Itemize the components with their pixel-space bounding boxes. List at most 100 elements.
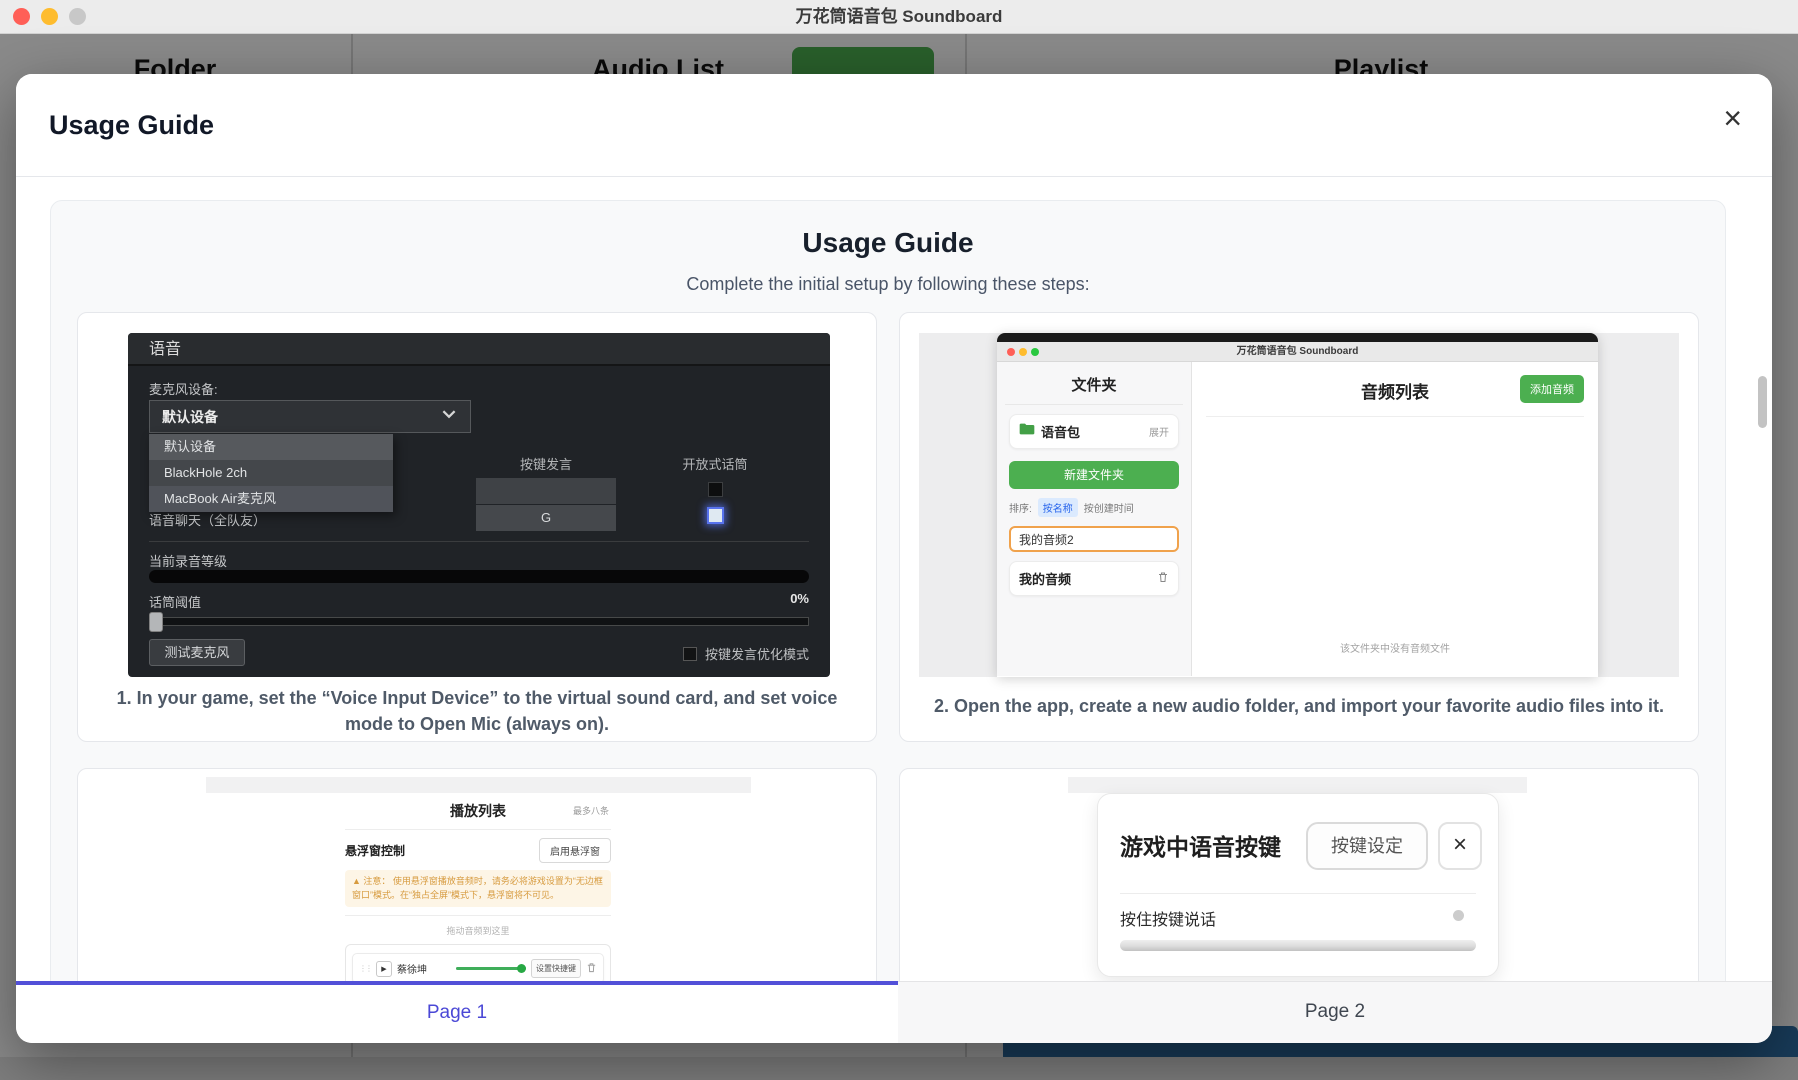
playlist-item[interactable]: ⋮⋮ ▶ 蔡徐坤 设置快捷键 xyxy=(352,953,604,984)
titlebar: 万花筒语音包 Soundboard xyxy=(0,0,1798,34)
key-setting-button[interactable]: 按键设定 xyxy=(1306,822,1428,870)
close-icon[interactable]: × xyxy=(1723,102,1742,134)
mini-sidebar-title: 文件夹 xyxy=(1009,374,1179,395)
mini-sort-label: 排序: xyxy=(1009,500,1032,515)
mini-empty-state: 该文件夹中没有音频文件 xyxy=(1192,640,1598,655)
screenshot-top-strip xyxy=(206,777,751,793)
mini-folder-item[interactable]: 我的音频 xyxy=(1009,561,1179,596)
key-cell-g[interactable]: G xyxy=(476,505,616,531)
scrollbar-thumb[interactable] xyxy=(1758,376,1767,428)
set-hotkey-button[interactable]: 设置快捷键 xyxy=(531,959,581,978)
level-slider-track[interactable] xyxy=(1120,940,1476,951)
mini-minimize-button xyxy=(1019,348,1027,356)
usage-guide-modal: Usage Guide × Usage Guide Complete the i… xyxy=(16,74,1772,1043)
mini-main-panel: 音频列表 添加音频 该文件夹中没有音频文件 xyxy=(1192,362,1598,676)
drag-handle-icon[interactable]: ⋮⋮ xyxy=(359,964,371,973)
step1-card: 语音 麦克风设备: 默认设备 按键发言 开放式话筒 语音聊天（全队友） G 默认… xyxy=(77,312,877,742)
mini-close-button xyxy=(1007,348,1015,356)
open-mic-checkbox-checked[interactable] xyxy=(707,507,724,524)
push-to-talk-column: 按键发言 xyxy=(520,454,572,473)
recording-level-label: 当前录音等级 xyxy=(149,551,227,570)
mini-window-top-bar xyxy=(997,333,1598,342)
ptt-optimize-checkbox[interactable] xyxy=(683,647,697,661)
mini-app-window: 万花筒语音包 Soundboard 文件夹 语音包 展开 xyxy=(997,333,1598,677)
dropdown-option[interactable]: MacBook Air麦克风 xyxy=(149,486,393,512)
modal-footer: Page 1 Page 2 xyxy=(16,981,1772,1043)
divider xyxy=(345,915,611,916)
dropdown-option[interactable]: 默认设备 xyxy=(149,434,393,460)
step2-card: 万花筒语音包 Soundboard 文件夹 语音包 展开 xyxy=(899,312,1699,742)
minimize-window-button[interactable] xyxy=(41,8,58,25)
mini-folder-row[interactable]: 语音包 展开 xyxy=(1009,414,1179,449)
modal-header: Usage Guide × xyxy=(16,74,1772,177)
mini-window-title: 万花筒语音包 Soundboard xyxy=(997,342,1598,362)
divider xyxy=(149,541,809,542)
mini-window-titlebar: 万花筒语音包 Soundboard xyxy=(997,342,1598,362)
screen: Folder Audio List Playlist 万花筒语音包 Soundb… xyxy=(0,0,1798,1080)
modal-title: Usage Guide xyxy=(49,110,214,141)
trash-icon[interactable] xyxy=(1157,570,1169,588)
guide-content-card: Usage Guide Complete the initial setup b… xyxy=(50,200,1726,1043)
voice-key-screenshot: 游戏中语音按键 按键设定 × 按住按键说话 xyxy=(1097,793,1499,977)
status-dot xyxy=(1453,910,1464,921)
threshold-label: 话筒阈值 xyxy=(149,592,201,611)
mini-new-folder-button[interactable]: 新建文件夹 xyxy=(1009,461,1179,489)
playlist-limit: 最多八条 xyxy=(573,804,609,817)
recording-level-bar xyxy=(149,570,809,583)
mini-folder-item-name: 我的音频 xyxy=(1019,569,1151,588)
mini-sort-by-time[interactable]: 按创建时间 xyxy=(1084,500,1134,515)
open-mic-column: 开放式话筒 xyxy=(682,454,747,473)
mini-add-audio-button[interactable]: 添加音频 xyxy=(1520,375,1584,403)
mini-sort-row: 排序: 按名称 按创建时间 xyxy=(1009,498,1179,517)
test-mic-button[interactable]: 测试麦克风 xyxy=(149,639,245,666)
enable-float-window-button[interactable]: 启用悬浮窗 xyxy=(539,838,611,863)
game-voice-settings-screenshot: 语音 麦克风设备: 默认设备 按键发言 开放式话筒 语音聊天（全队友） G 默认… xyxy=(128,333,830,677)
push-to-talk-label: 按住按键说话 xyxy=(1120,906,1216,930)
threshold-slider-track[interactable] xyxy=(149,617,809,626)
open-mic-checkbox-unchecked[interactable] xyxy=(708,482,723,497)
mini-folder-name: 语音包 xyxy=(1041,422,1143,441)
float-window-warning: ▲ 注意： 使用悬浮窗播放音频时，请务必将游戏设置为“无边框窗口”模式。在“独占… xyxy=(345,870,611,907)
divider xyxy=(1120,893,1476,894)
screenshot-top-strip xyxy=(1068,777,1527,793)
voice-chat-row-label: 语音聊天（全队友） xyxy=(149,510,266,529)
folder-icon xyxy=(1019,422,1035,441)
guide-heading: Usage Guide xyxy=(51,201,1725,259)
playlist-title: 播放列表 最多八条 xyxy=(345,801,611,821)
tab-page-2[interactable]: Page 2 xyxy=(898,981,1772,1043)
voice-panel-header: 语音 xyxy=(128,333,830,366)
play-icon[interactable]: ▶ xyxy=(376,961,392,977)
close-icon[interactable]: × xyxy=(1438,822,1482,870)
tab-page-1[interactable]: Page 1 xyxy=(16,981,898,1043)
dropdown-option[interactable]: BlackHole 2ch xyxy=(149,460,393,486)
voice-key-title: 游戏中语音按键 xyxy=(1120,828,1281,862)
ptt-optimize-row: 按键发言优化模式 xyxy=(683,644,809,663)
window-title: 万花筒语音包 Soundboard xyxy=(0,0,1798,34)
divider xyxy=(1005,404,1183,405)
key-cell-empty[interactable] xyxy=(476,478,616,504)
volume-slider[interactable] xyxy=(456,964,526,973)
divider xyxy=(345,829,611,830)
threshold-slider-thumb[interactable] xyxy=(149,612,163,632)
mini-folder-name-input[interactable] xyxy=(1009,526,1179,552)
trash-icon[interactable] xyxy=(586,960,597,978)
step1-caption: 1. In your game, set the “Voice Input De… xyxy=(108,685,846,737)
mic-device-select[interactable]: 默认设备 xyxy=(149,400,471,433)
mic-device-dropdown: 默认设备 BlackHole 2ch MacBook Air麦克风 xyxy=(149,434,393,512)
app-window-screenshot: 万花筒语音包 Soundboard 文件夹 语音包 展开 xyxy=(919,333,1679,677)
threshold-value: 0% xyxy=(790,591,809,606)
guide-subtitle: Complete the initial setup by following … xyxy=(51,274,1725,295)
mini-expand-link[interactable]: 展开 xyxy=(1149,424,1169,439)
chevron-down-icon xyxy=(440,405,458,428)
mini-sort-by-name[interactable]: 按名称 xyxy=(1038,498,1078,517)
step2-caption: 2. Open the app, create a new audio fold… xyxy=(930,693,1668,719)
drop-hint: 拖动音频到这里 xyxy=(345,924,611,937)
mini-zoom-button xyxy=(1031,348,1039,356)
divider xyxy=(1206,416,1584,417)
playlist-item-name: 蔡徐坤 xyxy=(397,961,451,976)
close-window-button[interactable] xyxy=(13,8,30,25)
mic-device-label: 麦克风设备: xyxy=(149,379,218,398)
ptt-optimize-label: 按键发言优化模式 xyxy=(705,644,809,663)
mic-device-value: 默认设备 xyxy=(162,407,218,427)
zoom-window-button[interactable] xyxy=(69,8,86,25)
